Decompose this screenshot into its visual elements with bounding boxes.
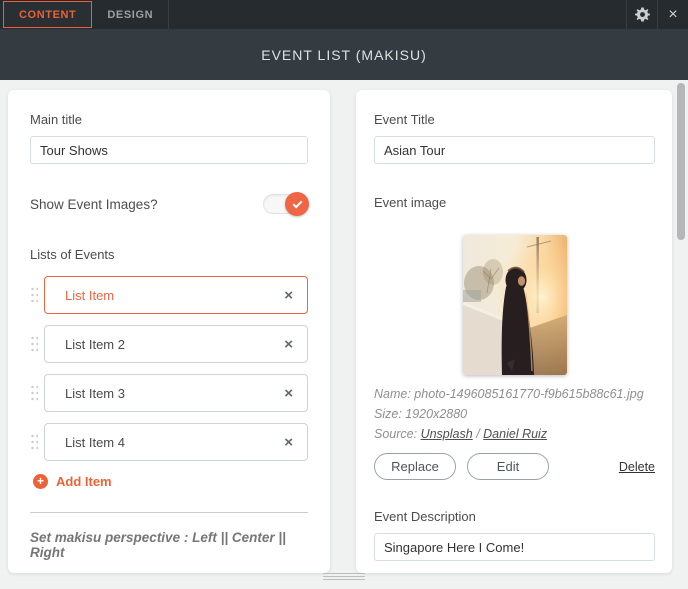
list-item-button[interactable]: List Item × <box>44 276 308 314</box>
main-title-input[interactable] <box>30 136 308 164</box>
left-panel: Main title Show Event Images? Lists of E… <box>8 90 330 573</box>
event-image <box>463 235 567 375</box>
dialog-title: EVENT LIST (MAKISU) <box>261 47 427 63</box>
add-item-button[interactable]: + Add Item <box>33 474 308 489</box>
show-images-row: Show Event Images? <box>30 194 308 214</box>
check-icon <box>292 198 302 208</box>
event-image-label: Event image <box>374 195 655 210</box>
show-images-toggle[interactable] <box>263 194 308 214</box>
event-title-label: Event Title <box>374 112 655 127</box>
right-panel: Event Title Event image <box>356 90 672 573</box>
remove-item-icon[interactable]: × <box>284 386 293 401</box>
dialog-header: EVENT LIST (MAKISU) <box>0 29 688 80</box>
divider <box>30 512 308 513</box>
event-description-input[interactable] <box>374 533 655 561</box>
source-separator: / <box>476 427 479 441</box>
list-item-button[interactable]: List Item 2 × <box>44 325 308 363</box>
list-item-button[interactable]: List Item 3 × <box>44 374 308 412</box>
list-item: List Item 3 × <box>30 374 308 412</box>
tab-design[interactable]: DESIGN <box>92 0 169 29</box>
list-of-events-label: Lists of Events <box>30 247 308 262</box>
titlebar: CONTENT DESIGN × <box>0 0 688 29</box>
list-item-button[interactable]: List Item 4 × <box>44 423 308 461</box>
list-item: List Item × <box>30 276 308 314</box>
source-label: Source: <box>374 427 417 441</box>
resize-grip[interactable] <box>323 573 365 581</box>
list-item: List Item 4 × <box>30 423 308 461</box>
image-actions: Replace Edit Delete <box>374 453 655 480</box>
image-metadata: Name: photo-1496085161770-f9b615b88c61.j… <box>374 387 655 441</box>
toggle-knob <box>285 192 309 216</box>
image-size: Size: 1920x2880 <box>374 407 655 421</box>
drag-handle-icon[interactable] <box>30 335 38 353</box>
image-name: Name: photo-1496085161770-f9b615b88c61.j… <box>374 387 655 401</box>
vertical-scrollbar-thumb[interactable] <box>677 83 685 240</box>
widget-settings-dialog: CONTENT DESIGN × EVENT LIST (MAKISU) Mai… <box>0 0 688 589</box>
event-description-label: Event Description <box>374 509 655 524</box>
list-item-label: List Item 2 <box>65 337 125 352</box>
close-button[interactable]: × <box>657 0 688 29</box>
remove-item-icon[interactable]: × <box>284 337 293 352</box>
settings-button[interactable] <box>626 0 657 29</box>
close-icon: × <box>668 7 677 23</box>
source-link-unsplash[interactable]: Unsplash <box>421 427 473 441</box>
remove-item-icon[interactable]: × <box>284 435 293 450</box>
drag-handle-icon[interactable] <box>30 433 38 451</box>
list-item: List Item 2 × <box>30 325 308 363</box>
vertical-scrollbar-track[interactable] <box>675 80 687 589</box>
source-link-author[interactable]: Daniel Ruiz <box>483 427 547 441</box>
remove-item-icon[interactable]: × <box>284 288 293 303</box>
drag-handle-icon[interactable] <box>30 286 38 304</box>
event-list: List Item × List Item 2 × List Item 3 × <box>30 276 308 461</box>
drag-handle-icon[interactable] <box>30 384 38 402</box>
titlebar-spacer <box>169 0 626 29</box>
add-item-label: Add Item <box>56 474 112 489</box>
show-images-label: Show Event Images? <box>30 197 158 212</box>
plus-icon: + <box>33 474 48 489</box>
list-item-label: List Item <box>65 288 114 303</box>
list-item-label: List Item 4 <box>65 435 125 450</box>
replace-button[interactable]: Replace <box>374 453 456 480</box>
event-title-input[interactable] <box>374 136 655 164</box>
list-item-label: List Item 3 <box>65 386 125 401</box>
main-title-label: Main title <box>30 112 308 127</box>
gear-icon <box>635 7 650 22</box>
tab-content[interactable]: CONTENT <box>3 1 92 28</box>
perspective-note: Set makisu perspective : Left || Center … <box>30 530 308 560</box>
edit-button[interactable]: Edit <box>467 453 549 480</box>
delete-link[interactable]: Delete <box>619 460 655 474</box>
image-source: Source: Unsplash / Daniel Ruiz <box>374 427 655 441</box>
